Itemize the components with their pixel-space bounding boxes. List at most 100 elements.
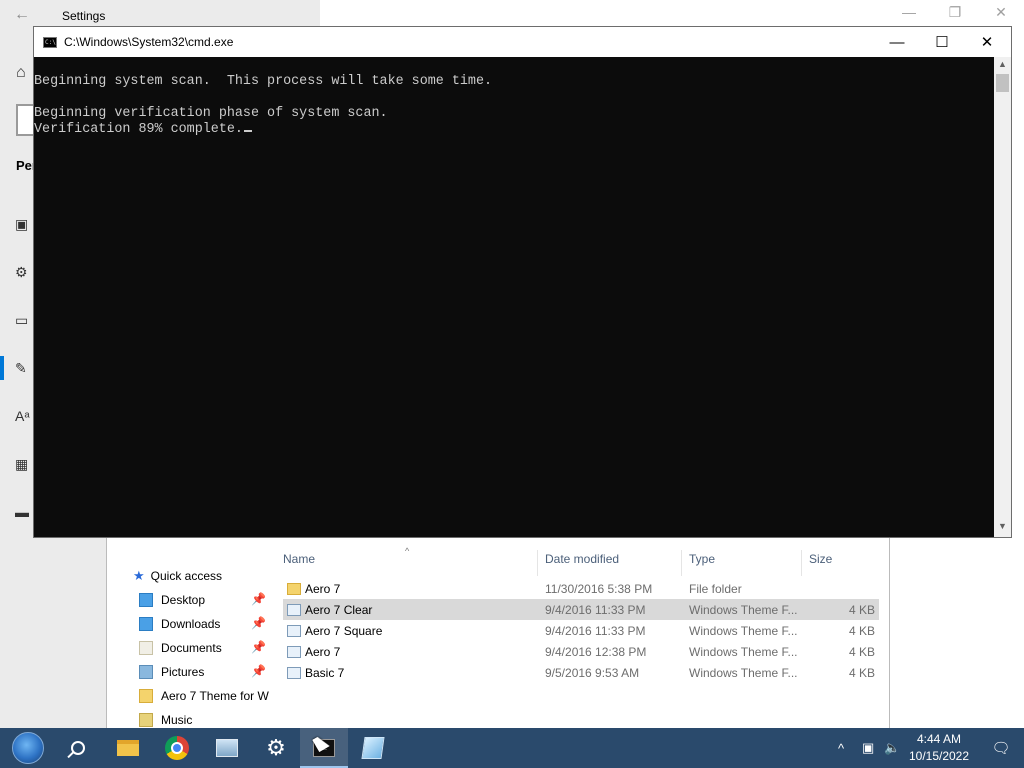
taskbar-image-viewer[interactable] [203, 728, 251, 768]
taskbar-icon[interactable]: ▬ [15, 504, 29, 520]
start-button[interactable] [4, 728, 52, 768]
pin-icon[interactable]: 📌 [251, 640, 266, 654]
file-name: Aero 7 [305, 644, 341, 659]
cmd-titlebar[interactable]: C:\ C:\Windows\System32\cmd.exe — ☐ ✕ [34, 27, 1011, 57]
chevron-up-icon: ^ [838, 740, 845, 756]
theme-file-icon [287, 666, 301, 679]
file-size: 4 KB [848, 602, 875, 617]
navigation-pane: ★ Quick access Desktop 📌 Downloads 📌 Doc… [107, 560, 269, 730]
palette-icon[interactable]: ⚙ [15, 264, 28, 281]
close-icon[interactable]: ✕ [964, 27, 1010, 57]
scroll-up-icon[interactable]: ▲ [994, 59, 1011, 73]
console-line: Beginning system scan. This process will… [34, 74, 493, 89]
cmd-title: C:\Windows\System32\cmd.exe [64, 35, 234, 49]
column-header-size[interactable]: Size [809, 552, 832, 576]
column-divider[interactable] [681, 550, 682, 576]
taskbar-file-explorer[interactable] [104, 728, 152, 768]
star-icon: ★ [133, 568, 145, 583]
nav-item-documents[interactable]: Documents [139, 638, 222, 658]
nav-item-music[interactable]: Music [139, 710, 192, 730]
minimize-icon[interactable]: — [874, 27, 920, 57]
file-size: 4 KB [848, 623, 875, 638]
nav-label: Pictures [161, 665, 205, 679]
nav-item-desktop[interactable]: Desktop [139, 590, 205, 610]
desktop-folder-icon [139, 593, 153, 607]
network-icon[interactable]: ▣ [862, 728, 880, 768]
pin-icon[interactable]: 📌 [251, 616, 266, 630]
search-icon [71, 741, 85, 755]
file-type: Windows Theme F... [689, 602, 798, 617]
column-header-type[interactable]: Type [689, 552, 715, 576]
file-size: 4 KB [848, 665, 875, 680]
home-icon[interactable]: ⌂ [16, 64, 26, 82]
pin-icon[interactable]: 📌 [251, 592, 266, 606]
close-icon[interactable]: ✕ [986, 4, 1016, 21]
theme-file-icon [287, 624, 301, 637]
nav-item-downloads[interactable]: Downloads [139, 614, 220, 634]
column-header-name[interactable]: Name [283, 552, 315, 576]
pin-icon[interactable]: 📌 [251, 664, 266, 678]
nav-quick-access[interactable]: ★ Quick access [133, 566, 222, 586]
file-explorer-window: ★ Quick access Desktop 📌 Downloads 📌 Doc… [106, 530, 890, 728]
column-divider[interactable] [801, 550, 802, 576]
nav-label: Desktop [161, 593, 206, 607]
font-icon[interactable]: Aᵃ [15, 408, 30, 424]
volume-icon[interactable]: 🔈 [884, 728, 902, 768]
taskbar-chrome[interactable] [153, 728, 201, 768]
tray-chevron[interactable]: ^ [838, 728, 856, 768]
theme-app-icon [361, 737, 385, 759]
nav-label: Quick access [150, 569, 223, 583]
restore-icon[interactable]: ❐ [940, 4, 970, 21]
theme-file-icon [287, 603, 301, 616]
taskbar-settings[interactable]: ⚙ [252, 728, 300, 768]
settings-gear-icon: ⚙ [266, 735, 286, 760]
scroll-down-icon[interactable]: ▼ [994, 521, 1011, 535]
picture-icon[interactable]: ▣ [15, 216, 28, 233]
taskbar-theme-app[interactable] [349, 728, 397, 768]
column-divider[interactable] [537, 550, 538, 576]
clock-date: 10/15/2022 [908, 749, 970, 763]
action-center-icon[interactable]: 🗨 [978, 728, 1024, 768]
file-date: 9/4/2016 11:33 PM [545, 623, 646, 638]
maximize-icon[interactable]: ☐ [919, 27, 965, 57]
sort-ascending-icon: ^ [405, 546, 410, 556]
file-row[interactable]: Aero 7 9/4/2016 12:38 PM Windows Theme F… [283, 641, 879, 662]
file-date: 9/4/2016 11:33 PM [545, 602, 646, 617]
file-name: Aero 7 Clear [305, 602, 373, 617]
file-row[interactable]: Aero 7 Square 9/4/2016 11:33 PM Windows … [283, 620, 879, 641]
monitor-icon[interactable]: ▭ [15, 312, 28, 329]
settings-title: Settings [62, 9, 106, 23]
arrow-left-icon[interactable]: ← [14, 6, 30, 24]
file-type: File folder [689, 581, 742, 596]
start-icon[interactable]: ▦ [15, 456, 28, 473]
cmd-console[interactable]: Beginning system scan. This process will… [34, 57, 994, 537]
console-progress-text: Verification 89% complete. [34, 122, 243, 137]
file-row[interactable]: Aero 7 11/30/2016 5:38 PM File folder [283, 578, 879, 599]
column-header-date[interactable]: Date modified [545, 552, 619, 576]
pictures-folder-icon [139, 665, 153, 679]
file-row-selected[interactable]: Aero 7 Clear 9/4/2016 11:33 PM Windows T… [283, 599, 879, 620]
file-explorer-icon [117, 740, 139, 756]
cmd-scrollbar[interactable]: ▲ ▼ [994, 57, 1011, 537]
file-type: Windows Theme F... [689, 665, 798, 680]
file-name: Aero 7 Square [305, 623, 383, 638]
nav-label: Aero 7 Theme for W [161, 689, 269, 703]
scrollbar-thumb[interactable] [996, 74, 1009, 92]
pen-screen-icon[interactable]: ✎ [15, 360, 27, 377]
taskbar-clock[interactable]: 4:44 AM 10/15/2022 [904, 731, 974, 765]
file-name: Basic 7 [305, 665, 345, 680]
selected-indicator [0, 356, 4, 380]
file-type: Windows Theme F... [689, 623, 798, 638]
file-row[interactable]: Basic 7 9/5/2016 9:53 AM Windows Theme F… [283, 662, 879, 683]
minimize-icon[interactable]: — [894, 4, 924, 20]
nav-item-pictures[interactable]: Pictures [139, 662, 204, 682]
file-type: Windows Theme F... [689, 644, 798, 659]
downloads-folder-icon [139, 617, 153, 631]
text-cursor [243, 130, 252, 132]
file-date: 11/30/2016 5:38 PM [545, 581, 653, 596]
file-size: 4 KB [848, 644, 875, 659]
taskbar: ⚙ ^ ▣ 🔈 4:44 AM 10/15/2022 🗨 [0, 728, 1024, 768]
nav-item-aero7-theme[interactable]: Aero 7 Theme for W [139, 686, 269, 706]
cmd-window-icon[interactable]: C:\ [43, 37, 57, 48]
search-button[interactable] [54, 728, 102, 768]
